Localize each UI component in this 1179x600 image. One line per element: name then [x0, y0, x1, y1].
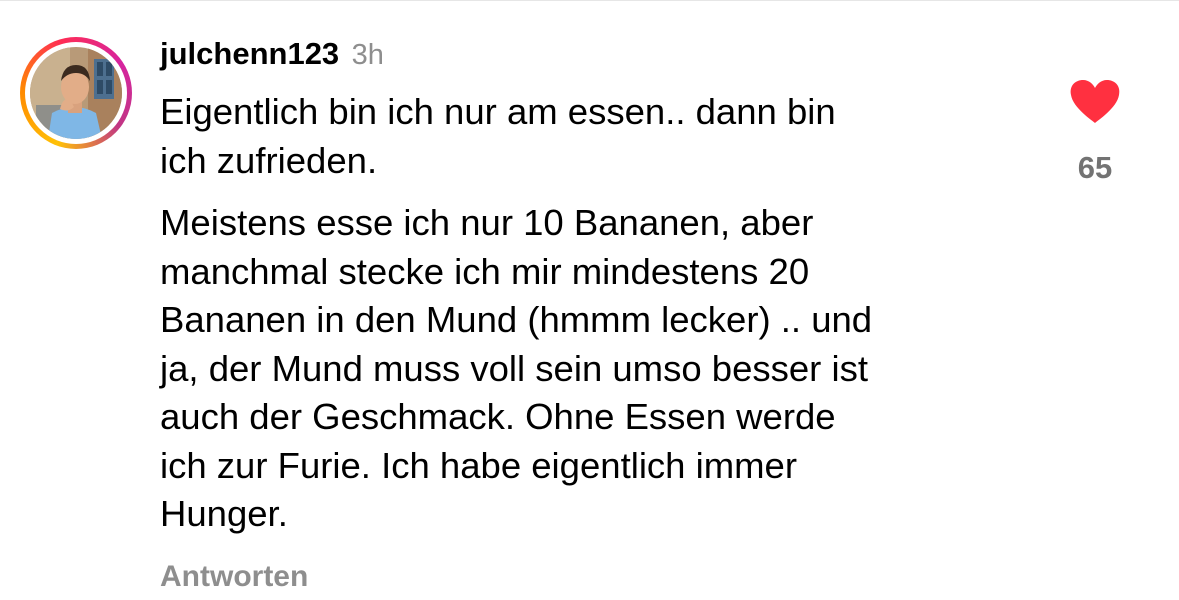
comment-timestamp: 3h: [351, 39, 384, 71]
comment-paragraph: Meistens esse ich nur 10 Bananen, aber m…: [160, 202, 873, 534]
like-button[interactable]: [1069, 79, 1121, 125]
reply-button[interactable]: Antworten: [160, 560, 308, 594]
avatar-photo: [30, 47, 122, 139]
comment-text: Eigentlich bin ich nur am essen.. dann b…: [160, 88, 1040, 539]
comment-paragraph: Eigentlich bin ich nur am essen.. dann b…: [160, 91, 836, 181]
username-link[interactable]: julchenn123: [160, 36, 339, 71]
comment-header: julchenn123 3h: [160, 38, 384, 74]
like-count: 65: [1077, 150, 1113, 185]
story-ring[interactable]: [20, 37, 132, 149]
avatar[interactable]: [30, 47, 122, 139]
top-divider: [0, 0, 1179, 1]
heart-filled-icon: [1070, 80, 1120, 123]
